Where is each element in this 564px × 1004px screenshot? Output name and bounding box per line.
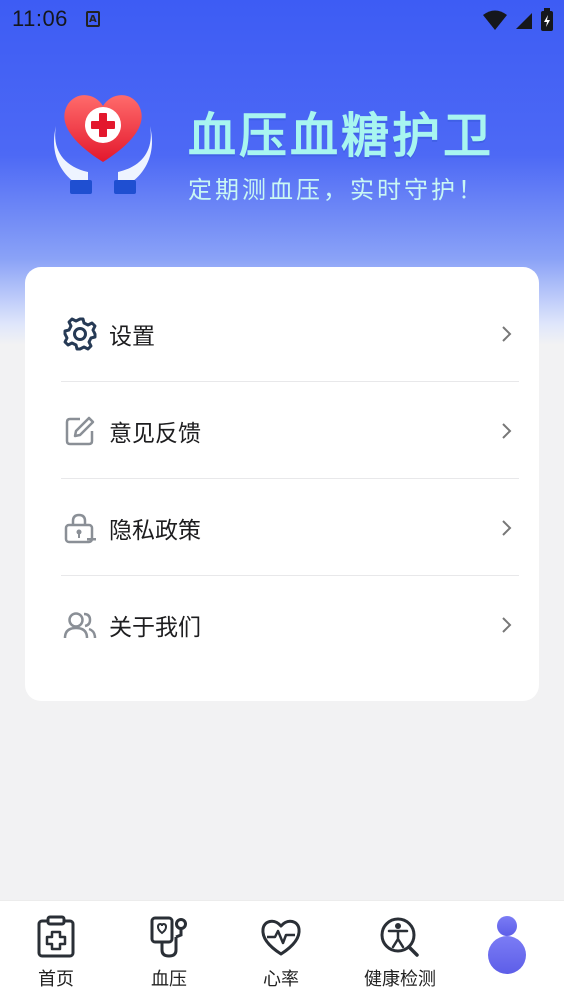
chevron-right-icon — [502, 519, 512, 536]
heart-pulse-icon — [261, 919, 301, 956]
nav-item-heart-rate[interactable]: 心率 — [231, 915, 331, 991]
nav-label: 健康检测 — [364, 969, 436, 990]
status-bar: 11:06 A — [0, 0, 564, 38]
menu-item-label: 意见反馈 — [109, 420, 201, 447]
body-search-icon — [380, 917, 419, 957]
status-icons — [482, 8, 554, 32]
menu-card: 设置 意见反馈 隐私政策 关于我们 — [25, 267, 539, 701]
chevron-right-icon — [502, 422, 512, 439]
signal-icon — [516, 13, 532, 29]
lock-icon — [61, 509, 99, 547]
menu-item-label: 隐私政策 — [109, 517, 201, 544]
nav-label: 心率 — [263, 969, 299, 990]
wifi-icon — [483, 10, 507, 30]
nav-item-blood-pressure[interactable]: 血压 — [119, 915, 219, 991]
stethoscope-icon — [150, 916, 187, 958]
a-letter-icon: A — [85, 11, 100, 27]
clipboard-plus-icon — [37, 915, 75, 958]
battery-icon — [541, 8, 553, 31]
nav-item-home[interactable]: 首页 — [6, 915, 106, 991]
app-title: 血压血糖护卫 — [188, 108, 495, 164]
chevron-right-icon — [502, 325, 512, 342]
nav-label: 首页 — [38, 969, 74, 990]
chevron-right-icon — [502, 616, 512, 633]
nav-label: 血压 — [151, 969, 187, 990]
bottom-navigation: 首页 血压 心率 健康检测 — [0, 900, 564, 1004]
nav-item-health-check[interactable]: 健康检测 — [345, 915, 455, 991]
users-icon — [61, 606, 99, 644]
heart-cross-hands-logo — [54, 95, 152, 194]
menu-item-label: 设置 — [109, 323, 155, 350]
profile-icon[interactable] — [484, 915, 530, 975]
status-time: 11:06 — [12, 6, 68, 31]
gear-icon — [61, 315, 99, 353]
menu-item-about[interactable]: 关于我们 — [61, 576, 519, 673]
edit-icon — [61, 412, 99, 450]
menu-item-settings[interactable]: 设置 — [61, 285, 519, 382]
menu-item-label: 关于我们 — [109, 614, 201, 641]
menu-item-feedback[interactable]: 意见反馈 — [61, 382, 519, 479]
menu-item-privacy[interactable]: 隐私政策 — [61, 479, 519, 576]
app-slogan: 定期测血压，实时守护！ — [188, 176, 485, 204]
